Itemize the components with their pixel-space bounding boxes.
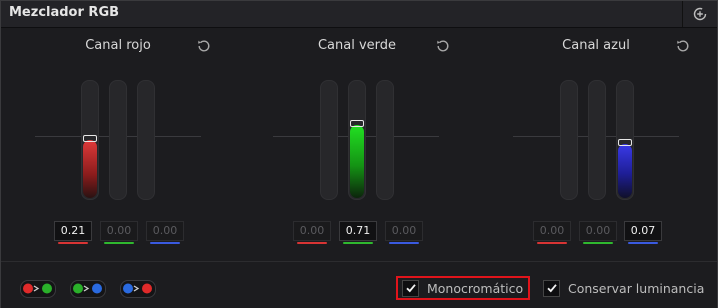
reset-icon[interactable]: [435, 38, 451, 54]
reset-all-button[interactable]: [682, 1, 717, 27]
green-value-field[interactable]: 0.00: [579, 221, 617, 241]
checkmark-icon: [546, 284, 557, 293]
green-value-field[interactable]: 0.00: [100, 221, 138, 241]
green-slider[interactable]: [588, 80, 606, 200]
blue-underline: [628, 242, 658, 244]
reset-icon[interactable]: [196, 38, 212, 54]
preserve-luminance-label: Conservar luminancia: [568, 280, 705, 296]
channel-green: Canal verde 0.00 0.71 0.00: [239, 28, 477, 260]
swap-red-green-button[interactable]: [20, 280, 56, 298]
swap-blue-red-icon: [123, 283, 152, 294]
red-underline: [537, 242, 567, 244]
rgb-mixer-panel: Mezclador RGB Canal rojo 0.21 0.00 0.00: [0, 0, 718, 308]
reset-icon[interactable]: [675, 38, 691, 54]
swap-blue-red-button[interactable]: [120, 280, 156, 298]
swap-green-blue-icon: [73, 283, 102, 294]
red-value-field[interactable]: 0.00: [293, 221, 331, 241]
red-slider[interactable]: [81, 80, 99, 200]
slider-handle[interactable]: [618, 139, 632, 146]
bottom-toolbar: Monocromático Conservar luminancia: [1, 261, 717, 308]
monochrome-checkbox[interactable]: [402, 279, 419, 297]
slider-handle[interactable]: [350, 120, 364, 127]
blue-value-field[interactable]: 0.00: [146, 221, 184, 241]
blue-slider[interactable]: [137, 80, 155, 200]
blue-slider[interactable]: [616, 80, 634, 200]
channel-blue: Canal azul 0.00 0.00 0.07: [478, 28, 716, 260]
red-underline: [58, 242, 88, 244]
red-value-field[interactable]: 0.00: [533, 221, 571, 241]
blue-underline: [389, 242, 419, 244]
swap-red-green-icon: [23, 283, 52, 294]
red-slider[interactable]: [560, 80, 578, 200]
green-slider[interactable]: [109, 80, 127, 200]
swap-green-blue-button[interactable]: [70, 280, 106, 298]
reset-all-icon: [693, 7, 707, 21]
blue-underline: [150, 242, 180, 244]
checkmark-icon: [405, 284, 416, 293]
blue-value-field[interactable]: 0.00: [385, 221, 423, 241]
slider-fill: [83, 140, 97, 198]
red-value-field[interactable]: 0.21: [54, 221, 92, 241]
green-value-field[interactable]: 0.71: [339, 221, 377, 241]
blue-slider[interactable]: [376, 80, 394, 200]
slider-fill: [350, 125, 364, 198]
blue-value-field[interactable]: 0.07: [624, 221, 662, 241]
monochrome-label: Monocromático: [427, 280, 524, 296]
preserve-luminance-checkbox[interactable]: [543, 279, 560, 297]
channel-red: Canal rojo 0.21 0.00 0.00: [1, 28, 239, 260]
green-slider[interactable]: [348, 80, 366, 200]
monochrome-option[interactable]: Monocromático: [402, 278, 523, 298]
title-bar: Mezclador RGB: [1, 1, 717, 28]
green-underline: [343, 242, 373, 244]
panel-title: Mezclador RGB: [9, 5, 120, 20]
slider-handle[interactable]: [83, 135, 97, 142]
slider-fill: [618, 144, 632, 198]
preserve-luminance-option[interactable]: Conservar luminancia: [543, 278, 704, 298]
green-underline: [104, 242, 134, 244]
red-slider[interactable]: [320, 80, 338, 200]
green-underline: [583, 242, 613, 244]
red-underline: [297, 242, 327, 244]
